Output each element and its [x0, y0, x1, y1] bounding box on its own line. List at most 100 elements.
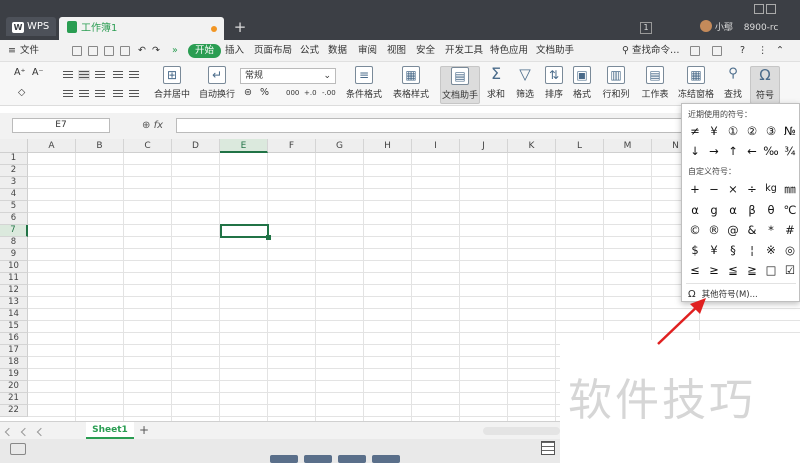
- symbol-cell[interactable]: *: [762, 221, 780, 239]
- symbol-cell[interactable]: ←: [743, 142, 761, 160]
- row-header-8[interactable]: 8: [0, 237, 28, 249]
- menu-review[interactable]: 审阅: [358, 40, 377, 62]
- redo-icon[interactable]: ↷: [152, 40, 160, 62]
- symbol-cell[interactable]: ≦: [724, 261, 742, 279]
- clear-format-icon[interactable]: ◇: [18, 86, 25, 100]
- menu-data[interactable]: 数据: [328, 40, 347, 62]
- decimal-decrease-button[interactable]: -.00: [322, 86, 336, 100]
- symbol-cell[interactable]: θ: [762, 201, 780, 219]
- hamburger-icon[interactable]: ≡: [8, 40, 16, 62]
- sort-button[interactable]: ⇅ 排序: [542, 66, 566, 104]
- symbol-cell[interactable]: §: [724, 241, 742, 259]
- align-bottom-icon[interactable]: [94, 70, 106, 80]
- row-header-17[interactable]: 17: [0, 345, 28, 357]
- symbol-cell[interactable]: ≠: [686, 122, 704, 140]
- symbol-cell[interactable]: kg: [762, 180, 780, 198]
- share-icon[interactable]: [690, 46, 700, 56]
- add-sheet-button[interactable]: +: [138, 422, 150, 439]
- menu-doc-helper[interactable]: 文档助手: [536, 40, 574, 62]
- menu-insert[interactable]: 插入: [225, 40, 244, 62]
- symbol-cell[interactable]: ↑: [724, 142, 742, 160]
- row-header-12[interactable]: 12: [0, 285, 28, 297]
- symbol-cell[interactable]: &: [743, 221, 761, 239]
- minimize-icon[interactable]: [754, 4, 764, 14]
- row-header-16[interactable]: 16: [0, 333, 28, 345]
- symbol-cell[interactable]: □: [762, 261, 780, 279]
- sum-button[interactable]: Σ 求和: [484, 66, 508, 104]
- help-button[interactable]: ?: [740, 40, 745, 62]
- print-preview-icon[interactable]: [120, 46, 130, 56]
- symbol-cell[interactable]: ③: [762, 122, 780, 140]
- menu-file[interactable]: 文件: [20, 40, 39, 62]
- indent-decrease-icon[interactable]: [112, 70, 124, 80]
- column-header-f[interactable]: F: [268, 139, 316, 153]
- symbol-cell[interactable]: ≥: [705, 261, 723, 279]
- percent-button[interactable]: %: [260, 86, 269, 100]
- align-left-icon[interactable]: [62, 89, 74, 99]
- undo-icon[interactable]: ↶: [138, 40, 146, 62]
- column-header-k[interactable]: K: [508, 139, 556, 153]
- symbol-cell[interactable]: ¾: [781, 142, 799, 160]
- symbol-cell[interactable]: ¥: [705, 122, 723, 140]
- align-top-icon[interactable]: [62, 70, 74, 80]
- decimal-increase-button[interactable]: +.0: [304, 86, 317, 100]
- symbol-cell[interactable]: +: [686, 180, 704, 198]
- worksheet-button[interactable]: ▤ 工作表: [638, 66, 672, 104]
- row-header-10[interactable]: 10: [0, 261, 28, 273]
- column-header-j[interactable]: J: [460, 139, 508, 153]
- symbol-cell[interactable]: ※: [762, 241, 780, 259]
- row-header-3[interactable]: 3: [0, 177, 28, 189]
- thousands-button[interactable]: 000: [286, 86, 299, 100]
- row-header-18[interactable]: 18: [0, 357, 28, 369]
- menu-page-layout[interactable]: 页面布局: [254, 40, 292, 62]
- sheet-tab-sheet1[interactable]: Sheet1: [86, 422, 134, 439]
- name-box[interactable]: E7: [12, 118, 110, 133]
- sheet-nav-arrows[interactable]: [4, 427, 76, 437]
- row-header-14[interactable]: 14: [0, 309, 28, 321]
- symbol-cell[interactable]: ≧: [743, 261, 761, 279]
- symbol-cell[interactable]: β: [743, 201, 761, 219]
- row-header-22[interactable]: 22: [0, 405, 28, 417]
- row-header-9[interactable]: 9: [0, 249, 28, 261]
- doc-helper-button[interactable]: ▤ 文档助手: [440, 66, 480, 104]
- symbol-cell[interactable]: ↓: [686, 142, 704, 160]
- conditional-format-button[interactable]: ≡ 条件格式: [344, 66, 384, 104]
- horizontal-scrollbar[interactable]: [483, 427, 560, 435]
- symbol-cell[interactable]: ¥: [705, 241, 723, 259]
- column-header-c[interactable]: C: [124, 139, 172, 153]
- column-header-h[interactable]: H: [364, 139, 412, 153]
- row-header-1[interactable]: 1: [0, 153, 28, 165]
- print-icon[interactable]: [104, 46, 114, 56]
- normal-view-icon[interactable]: [541, 441, 555, 455]
- symbol-cell[interactable]: ×: [724, 180, 742, 198]
- zoom-formula-icon[interactable]: ⊕: [142, 120, 150, 131]
- row-header-19[interactable]: 19: [0, 369, 28, 381]
- column-header-a[interactable]: A: [28, 139, 76, 153]
- column-header-i[interactable]: I: [412, 139, 460, 153]
- row-header-11[interactable]: 11: [0, 273, 28, 285]
- document-tab[interactable]: 工作簿1: [59, 17, 224, 40]
- user-name[interactable]: 小鄢: [715, 23, 733, 33]
- export-pdf-icon[interactable]: [88, 46, 98, 56]
- command-search[interactable]: ⚲ 查找命令…: [622, 40, 680, 62]
- decrease-font-icon[interactable]: A⁻: [32, 66, 44, 80]
- symbol-cell[interactable]: #: [781, 221, 799, 239]
- justify-icon[interactable]: [112, 89, 124, 99]
- row-header-13[interactable]: 13: [0, 297, 28, 309]
- feedback-icon[interactable]: [712, 46, 722, 56]
- row-header-21[interactable]: 21: [0, 393, 28, 405]
- column-header-m[interactable]: M: [604, 139, 652, 153]
- quick-access-icon[interactable]: »: [172, 40, 178, 62]
- row-header-15[interactable]: 15: [0, 321, 28, 333]
- symbol-cell[interactable]: ®: [705, 221, 723, 239]
- find-button[interactable]: ⚲ 查找: [720, 66, 746, 104]
- symbol-cell[interactable]: ◎: [781, 241, 799, 259]
- indent-increase-icon[interactable]: [128, 70, 140, 80]
- freeze-panes-button[interactable]: ▦ 冻结窗格: [676, 66, 716, 104]
- symbol-cell[interactable]: α: [686, 201, 704, 219]
- symbol-cell[interactable]: ‰: [762, 142, 780, 160]
- distributed-icon[interactable]: [128, 89, 140, 99]
- align-center-icon[interactable]: [78, 89, 90, 99]
- select-all-corner[interactable]: [0, 139, 28, 153]
- symbol-cell[interactable]: ¦: [743, 241, 761, 259]
